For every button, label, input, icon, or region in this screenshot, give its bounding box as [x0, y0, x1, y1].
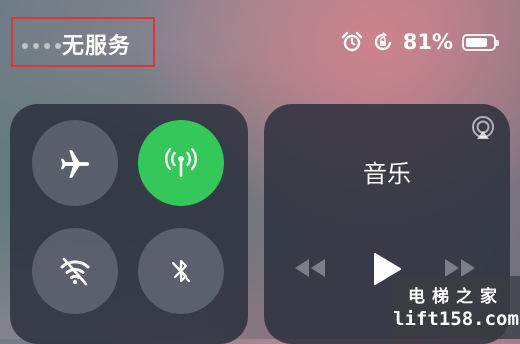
bluetooth-toggle[interactable]	[138, 228, 224, 314]
battery-icon	[462, 33, 499, 51]
bluetooth-off-icon	[171, 259, 191, 283]
battery-percent: 81%	[402, 30, 453, 54]
airplane-icon	[60, 150, 90, 178]
rotation-lock-icon	[374, 32, 391, 51]
music-title: 音乐	[363, 160, 411, 188]
battery-fill	[466, 37, 488, 47]
alarm-icon	[341, 31, 362, 52]
connectivity-panel	[10, 104, 248, 344]
watermark-title: 电梯之家	[408, 287, 504, 307]
cellular-antenna-icon	[165, 147, 197, 178]
airplane-mode-toggle[interactable]	[32, 120, 118, 206]
wifi-off-icon	[60, 257, 90, 286]
wifi-toggle[interactable]	[32, 228, 118, 314]
status-icons: 81%	[341, 30, 499, 54]
watermark-url: lift158.com	[393, 308, 519, 330]
rewind-icon[interactable]	[292, 256, 328, 280]
airplay-icon[interactable]	[470, 116, 496, 140]
watermark: 电梯之家 lift158.com	[392, 276, 520, 339]
cellular-data-toggle[interactable]	[138, 120, 224, 206]
status-bar: 无服务 81%	[0, 0, 520, 80]
highlight-box	[11, 17, 155, 67]
